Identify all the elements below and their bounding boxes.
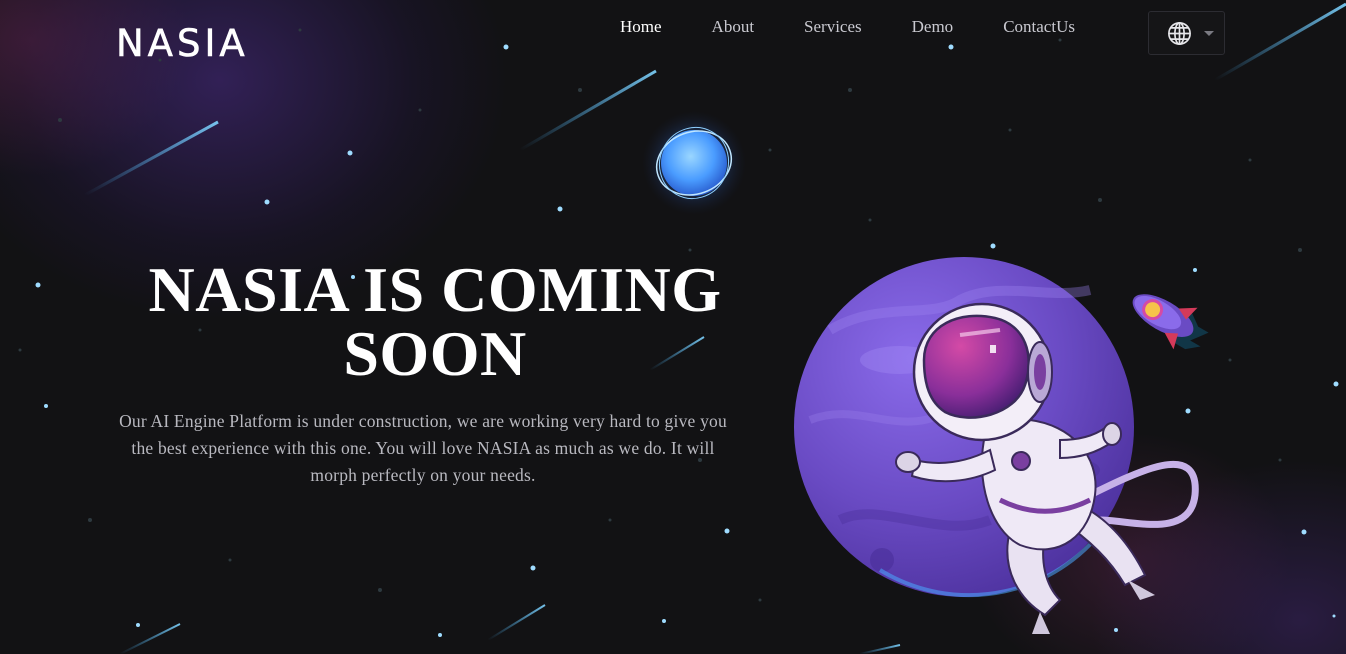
- hero-description: Our AI Engine Platform is under construc…: [119, 411, 727, 485]
- nav-item-contactus[interactable]: ContactUs: [1003, 16, 1075, 38]
- nav-item-home[interactable]: Home: [620, 16, 662, 38]
- blue-orb: [642, 111, 746, 215]
- language-selector[interactable]: [1148, 11, 1225, 55]
- brand-logo[interactable]: NASIA: [116, 22, 249, 66]
- caret-down-icon: [1204, 30, 1214, 36]
- globe-icon: [1168, 21, 1191, 45]
- hero-title-line1: NASIA IS COMING: [148, 254, 722, 325]
- main-nav: Home About Services Demo ContactUs: [620, 16, 1125, 38]
- nav-item-about[interactable]: About: [712, 16, 755, 38]
- rocket: [1132, 294, 1209, 350]
- nav-item-demo[interactable]: Demo: [912, 16, 954, 38]
- hero-title: NASIA IS COMING SOON: [124, 258, 746, 386]
- purple-planet: [794, 257, 1134, 598]
- nav-item-services[interactable]: Services: [804, 16, 862, 38]
- hero-title-line2: SOON: [343, 318, 527, 389]
- astronaut: [895, 302, 1199, 634]
